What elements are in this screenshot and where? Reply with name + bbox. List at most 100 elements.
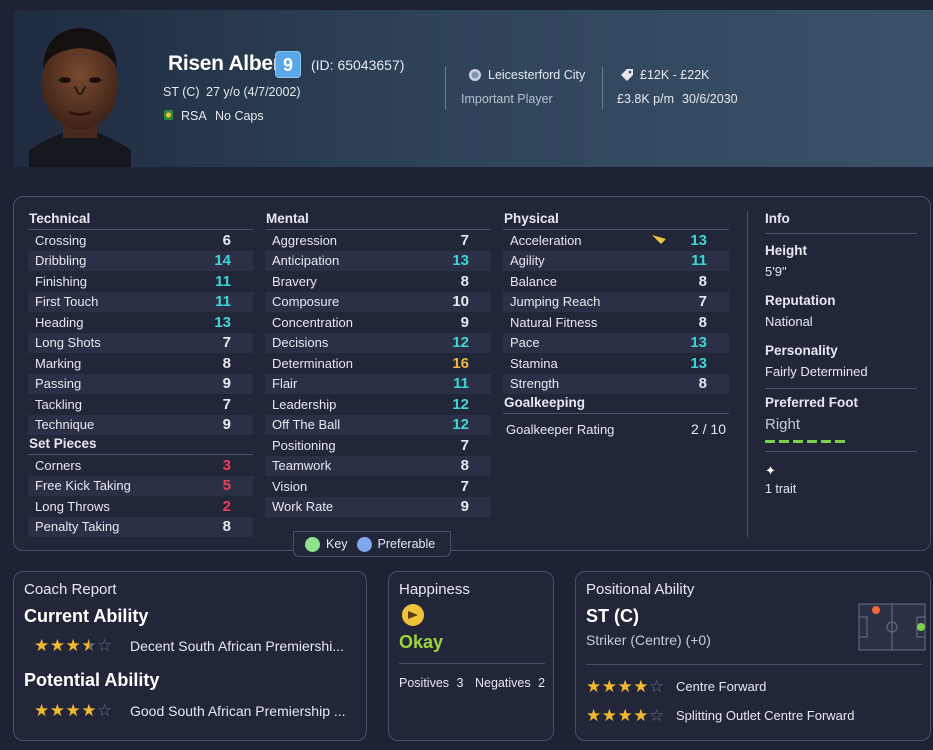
- star-full-icon: ★: [34, 636, 50, 655]
- traits-count[interactable]: 1 trait: [765, 482, 917, 496]
- attribute-row-crossing[interactable]: Crossing 6: [28, 230, 253, 251]
- role-row[interactable]: ★★★★☆ Centre Forward: [586, 672, 922, 701]
- wage: £3.8K p/m: [617, 92, 674, 106]
- attribute-value: 5: [222, 477, 231, 495]
- attribute-row-first-touch[interactable]: First Touch 11: [28, 291, 253, 312]
- star-full-icon: ★: [601, 705, 618, 725]
- happiness-positives: Positives 3: [399, 676, 463, 690]
- pitch-position-map-icon: [858, 603, 926, 651]
- attribute-value: 8: [698, 313, 707, 331]
- attribute-row-stamina[interactable]: Stamina 13: [503, 353, 729, 374]
- role-row[interactable]: ★★★★☆ Splitting Outlet Centre Forward: [586, 701, 922, 730]
- attribute-label: First Touch: [35, 294, 99, 310]
- attribute-label: Marking: [35, 355, 82, 371]
- attribute-row-long-throws[interactable]: Long Throws 2: [28, 496, 253, 517]
- coach-report-card[interactable]: Coach Report Current Ability ★★★★☆ Decen…: [13, 571, 367, 741]
- attribute-row-positioning[interactable]: Positioning 7: [265, 435, 491, 456]
- attribute-value: 6: [222, 231, 231, 249]
- attribute-row-marking[interactable]: Marking 8: [28, 353, 253, 374]
- attribute-row-acceleration[interactable]: Acceleration 13: [503, 230, 729, 251]
- star-full-icon: ★: [65, 701, 82, 720]
- attribute-row-dribbling[interactable]: Dribbling 14: [28, 250, 253, 271]
- set-pieces-title: Set Pieces: [28, 436, 253, 455]
- club-crest-icon: [468, 68, 482, 85]
- player-nation[interactable]: RSA: [181, 109, 207, 123]
- attribute-value: 9: [222, 375, 231, 393]
- attribute-row-free-kick-taking[interactable]: Free Kick Taking 5: [28, 475, 253, 496]
- player-name: Risen Albert: [168, 52, 288, 75]
- attribute-value: 10: [452, 293, 469, 311]
- attribute-label: Free Kick Taking: [35, 478, 131, 494]
- attribute-row-natural-fitness[interactable]: Natural Fitness 8: [503, 312, 729, 333]
- attribute-row-work-rate[interactable]: Work Rate 9: [265, 496, 491, 517]
- attribute-label: Positioning: [272, 437, 336, 453]
- attribute-row-composure[interactable]: Composure 10: [265, 291, 491, 312]
- attribute-value: 12: [452, 416, 469, 434]
- attribute-row-pace[interactable]: Pace 13: [503, 332, 729, 353]
- happiness-card[interactable]: Happiness Okay Positives 3 Negatives 2: [388, 571, 554, 741]
- attribute-value: 13: [690, 231, 707, 249]
- technical-title: Technical: [28, 211, 253, 230]
- attribute-value: 14: [214, 252, 231, 270]
- attribute-row-anticipation[interactable]: Anticipation 13: [265, 250, 491, 271]
- attribute-row-agility[interactable]: Agility 11: [503, 250, 729, 271]
- positional-ability-card[interactable]: Positional Ability ST (C) Striker (Centr…: [575, 571, 931, 741]
- attribute-row-aggression[interactable]: Aggression 7: [265, 230, 491, 251]
- attribute-label: Dribbling: [35, 253, 87, 269]
- attribute-row-vision[interactable]: Vision 7: [265, 476, 491, 497]
- coach-report-title: Coach Report: [24, 581, 117, 598]
- contract-end: 30/6/2030: [682, 92, 738, 106]
- attribute-row-determination[interactable]: Determination 16: [265, 353, 491, 374]
- club-name[interactable]: Leicesterford City: [488, 68, 585, 82]
- attribute-value: 11: [691, 252, 707, 270]
- squad-number-badge: 9: [275, 51, 301, 78]
- attribute-label: Teamwork: [272, 458, 332, 474]
- attribute-value: 8: [222, 354, 231, 372]
- role-stars: ★★★★☆: [586, 706, 676, 726]
- attribute-row-bravery[interactable]: Bravery 8: [265, 271, 491, 292]
- attribute-row-tackling[interactable]: Tackling 7: [28, 394, 253, 415]
- attribute-row-balance[interactable]: Balance 8: [503, 271, 729, 292]
- attribute-value: 16: [452, 354, 469, 372]
- primary-position-desc: Striker (Centre) (+0): [586, 632, 711, 648]
- star-full-icon: ★: [633, 705, 649, 725]
- potential-ability-title: Potential Ability: [24, 670, 160, 690]
- info-divider-line: [765, 451, 917, 452]
- attribute-label: Concentration: [272, 314, 353, 330]
- physical-title: Physical: [503, 211, 729, 230]
- attribute-row-penalty-taking[interactable]: Penalty Taking 8: [28, 516, 253, 537]
- attribute-row-concentration[interactable]: Concentration 9: [265, 312, 491, 333]
- attribute-label: Composure: [272, 294, 340, 310]
- attribute-row-teamwork[interactable]: Teamwork 8: [265, 455, 491, 476]
- attribute-row-leadership[interactable]: Leadership 12: [265, 394, 491, 415]
- goalkeeping-title: Goalkeeping: [503, 395, 729, 414]
- attribute-row-heading[interactable]: Heading 13: [28, 312, 253, 333]
- attribute-label: Penalty Taking: [35, 519, 120, 535]
- current-ability-stars: ★★★★☆: [34, 636, 113, 656]
- preferred-foot-label: Preferred Foot: [765, 395, 859, 410]
- attribute-label: Anticipation: [272, 253, 340, 269]
- trend-arrow-icon: [651, 233, 669, 248]
- attribute-row-technique[interactable]: Technique 9: [28, 414, 253, 435]
- attribute-row-passing[interactable]: Passing 9: [28, 373, 253, 394]
- attribute-row-finishing[interactable]: Finishing 11: [28, 271, 253, 292]
- attribute-label: Flair: [272, 376, 298, 392]
- player-header: Risen Albert 9 (ID: 65043657) ST (C) 27 …: [13, 10, 933, 167]
- attribute-row-decisions[interactable]: Decisions 12: [265, 332, 491, 353]
- star-empty-icon: ☆: [97, 636, 113, 655]
- info-column: Info Height 5'9" Reputation National Per…: [765, 211, 917, 496]
- primary-position: ST (C): [586, 606, 639, 626]
- negatives-count: 2: [538, 676, 546, 690]
- attribute-row-corners[interactable]: Corners 3: [28, 455, 253, 476]
- attribute-row-flair[interactable]: Flair 11: [265, 373, 491, 394]
- attribute-row-off-the-ball[interactable]: Off The Ball 12: [265, 414, 491, 435]
- attribute-label: Bravery: [272, 273, 317, 289]
- attribute-row-jumping-reach[interactable]: Jumping Reach 7: [503, 291, 729, 312]
- attribute-row-strength[interactable]: Strength 8: [503, 373, 729, 394]
- star-full-icon: ★: [617, 705, 634, 725]
- attribute-label: Work Rate: [272, 499, 334, 515]
- attribute-row-long-shots[interactable]: Long Shots 7: [28, 332, 253, 353]
- player-id: (ID: 65043657): [311, 57, 405, 73]
- attribute-value: 13: [690, 334, 707, 352]
- attribute-label: Corners: [35, 457, 82, 473]
